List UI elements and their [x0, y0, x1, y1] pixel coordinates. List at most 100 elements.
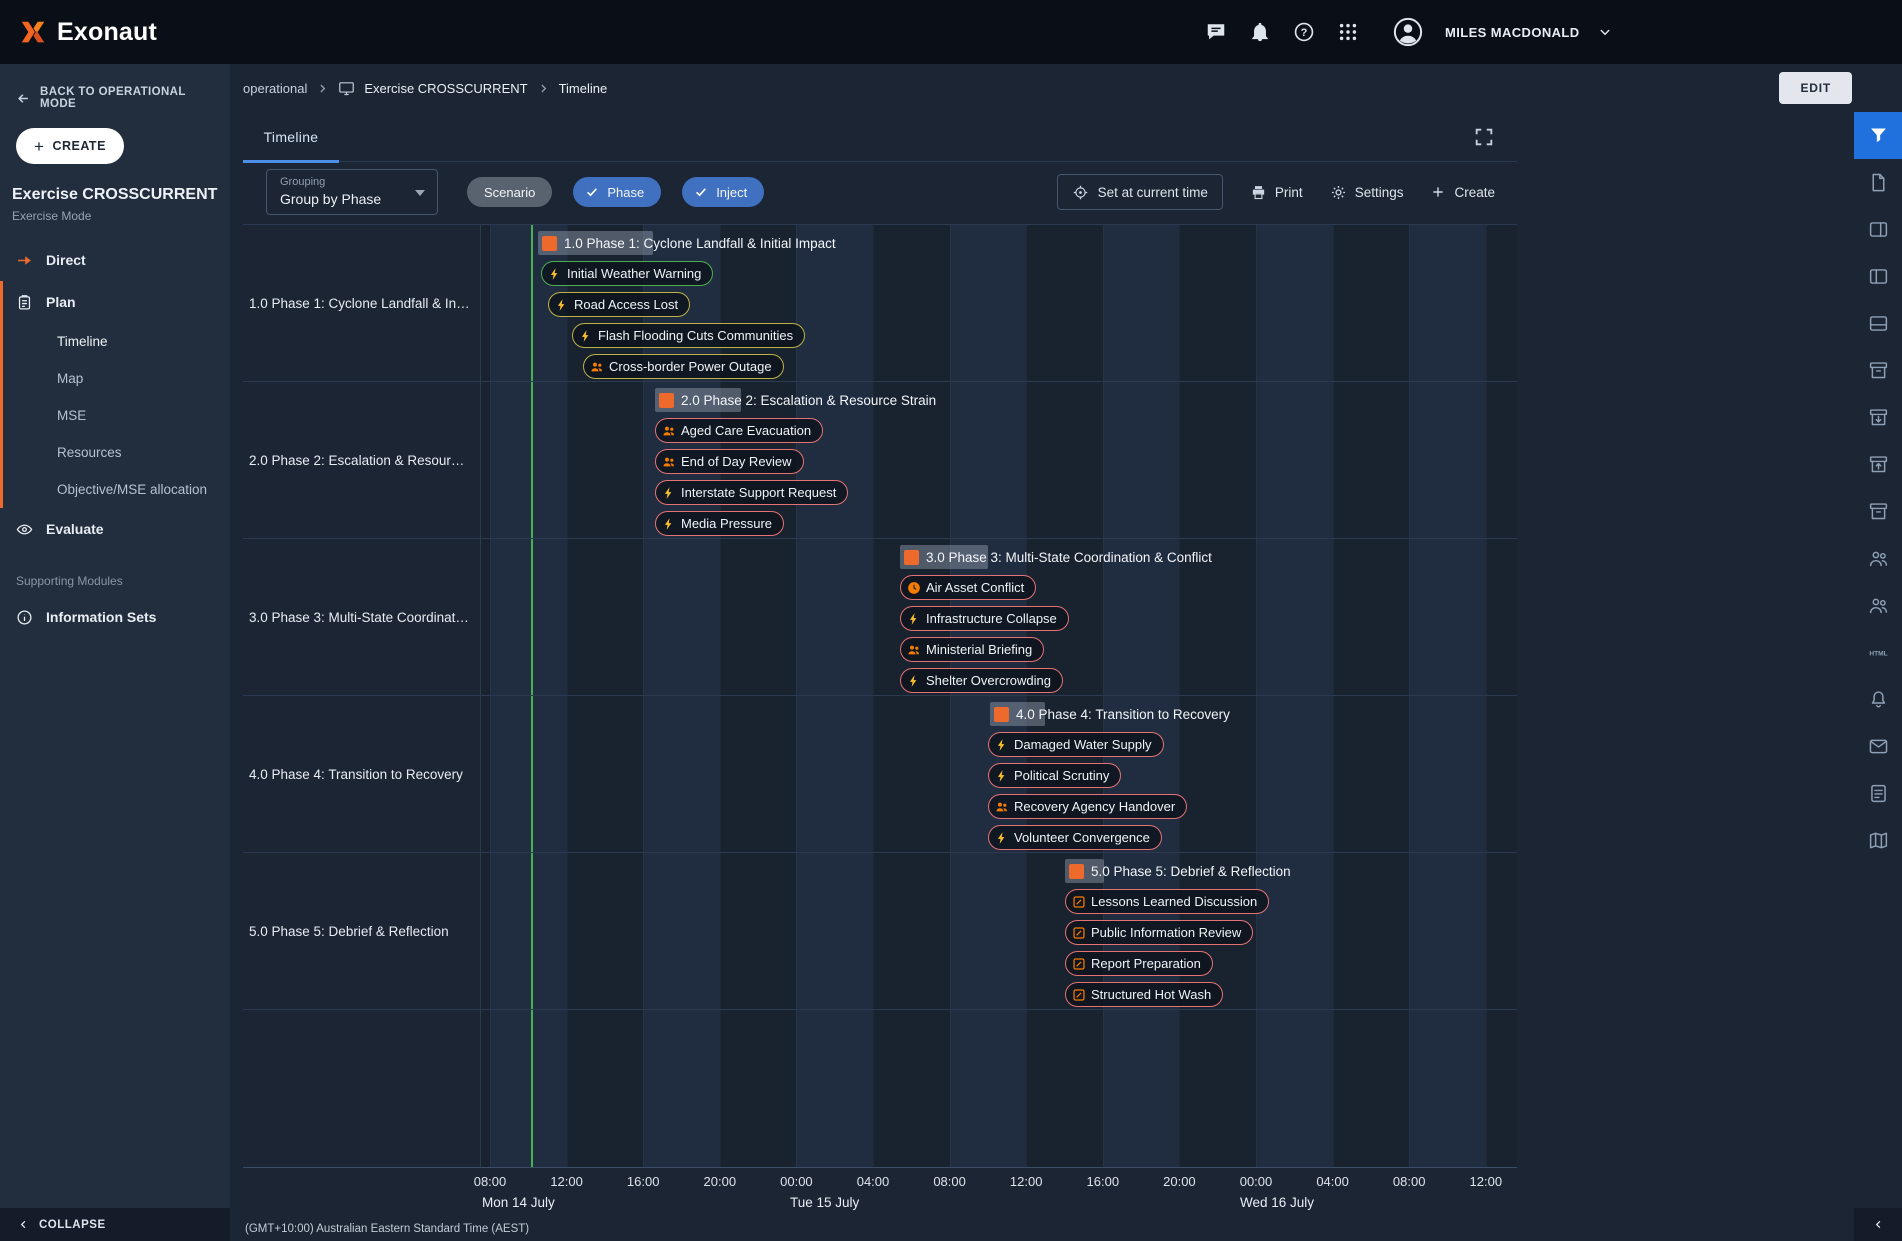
- tab-timeline[interactable]: Timeline: [243, 112, 339, 162]
- archive-box-icon-3[interactable]: [1854, 441, 1902, 488]
- apps-grid-icon[interactable]: [1337, 21, 1359, 43]
- chat-icon[interactable]: [1205, 21, 1227, 43]
- grouping-select-label: Grouping: [280, 176, 325, 188]
- panel-bottom-icon[interactable]: [1854, 300, 1902, 347]
- breadcrumb-operational[interactable]: operational: [243, 81, 307, 96]
- inject-pill[interactable]: Volunteer Convergence: [988, 825, 1162, 850]
- sidebar-item-label: Plan: [46, 294, 76, 310]
- chevron-down-icon[interactable]: [1596, 23, 1614, 41]
- phase-label: 2.0 Phase 2: Escalation & Resource Strai…: [681, 393, 936, 408]
- create-button[interactable]: + CREATE: [16, 128, 124, 164]
- edit-button[interactable]: EDIT: [1779, 72, 1852, 104]
- archive-box-icon-4[interactable]: [1854, 488, 1902, 535]
- gear-icon: [1330, 184, 1347, 201]
- inject-pill[interactable]: Infrastructure Collapse: [900, 606, 1069, 631]
- inject-pill[interactable]: Flash Flooding Cuts Communities: [572, 323, 805, 348]
- sidebar-item-direct[interactable]: Direct: [0, 239, 230, 281]
- bolt-icon: [555, 298, 569, 312]
- chevron-left-icon: [18, 1219, 29, 1230]
- left-sidebar: BACK TO OPERATIONAL MODE + CREATE Exerci…: [0, 64, 230, 1241]
- settings-button[interactable]: Settings: [1330, 184, 1404, 201]
- app-logo[interactable]: Exonaut: [18, 17, 157, 47]
- set-current-time-button[interactable]: Set at current time: [1057, 174, 1223, 210]
- user-name[interactable]: MILES MACDONALD: [1445, 25, 1580, 40]
- inject-pill[interactable]: Damaged Water Supply: [988, 732, 1164, 757]
- exercise-name: Exercise CROSSCURRENT: [0, 164, 230, 204]
- sidebar-item-plan[interactable]: Plan: [0, 281, 230, 323]
- tick-label: 12:00: [1010, 1174, 1043, 1189]
- archive-box-icon-2[interactable]: [1854, 394, 1902, 441]
- direct-arrow-icon: [16, 252, 33, 269]
- collapse-label: COLLAPSE: [39, 1219, 106, 1231]
- phase-bar[interactable]: 4.0 Phase 4: Transition to Recovery: [990, 702, 1230, 726]
- print-button[interactable]: Print: [1250, 184, 1303, 201]
- chip-scenario[interactable]: Scenario: [467, 177, 552, 207]
- users-icon-1[interactable]: [1854, 535, 1902, 582]
- inject-pill[interactable]: Cross-border Power Outage: [583, 354, 784, 379]
- grouping-select[interactable]: Grouping Group by Phase: [266, 169, 438, 215]
- inject-pill[interactable]: Shelter Overcrowding: [900, 668, 1063, 693]
- chip-phase[interactable]: Phase: [573, 177, 661, 207]
- inject-pill[interactable]: Recovery Agency Handover: [988, 794, 1187, 819]
- create-inject-button[interactable]: Create: [1430, 184, 1495, 200]
- inject-pill[interactable]: Road Access Lost: [548, 292, 690, 317]
- inject-pill[interactable]: Media Pressure: [655, 511, 784, 536]
- bolt-icon: [662, 517, 676, 531]
- avatar[interactable]: [1393, 17, 1423, 47]
- phase-bar[interactable]: 5.0 Phase 5: Debrief & Reflection: [1065, 859, 1291, 883]
- mail-icon[interactable]: [1854, 723, 1902, 770]
- chevron-left-icon: [1873, 1219, 1884, 1230]
- sidebar-item-mse[interactable]: MSE: [0, 397, 230, 434]
- help-icon[interactable]: ?: [1293, 21, 1315, 43]
- users-icon-2[interactable]: [1854, 582, 1902, 629]
- gantt-timeline: 1.0 Phase 1: Cyclone Landfall & Initial …: [243, 224, 1517, 1241]
- document-icon[interactable]: [1854, 159, 1902, 206]
- back-to-operational-mode-link[interactable]: BACK TO OPERATIONAL MODE: [0, 64, 230, 110]
- archive-box-icon-1[interactable]: [1854, 347, 1902, 394]
- collapse-sidebar-button[interactable]: COLLAPSE: [0, 1208, 230, 1241]
- inject-pill[interactable]: Ministerial Briefing: [900, 637, 1044, 662]
- timezone-note: (GMT+10:00) Australian Eastern Standard …: [245, 1223, 529, 1235]
- evaluate-eye-icon: [16, 521, 33, 538]
- html-icon[interactable]: HTML: [1854, 629, 1902, 676]
- notifications-icon[interactable]: [1249, 21, 1271, 43]
- chip-inject[interactable]: Inject: [682, 177, 764, 207]
- inject-label: Shelter Overcrowding: [926, 673, 1051, 688]
- form-checklist-icon[interactable]: [1854, 770, 1902, 817]
- breadcrumb-timeline[interactable]: Timeline: [559, 81, 608, 96]
- map-icon[interactable]: [1854, 817, 1902, 864]
- inject-pill[interactable]: Interstate Support Request: [655, 480, 848, 505]
- inject-pill[interactable]: End of Day Review: [655, 449, 804, 474]
- dropdown-arrow-icon: [415, 190, 425, 196]
- sidebar-item-information-sets[interactable]: Information Sets: [0, 596, 230, 638]
- inject-pill[interactable]: Public Information Review: [1065, 920, 1253, 945]
- people-icon: [662, 424, 676, 438]
- filter-icon[interactable]: [1854, 112, 1902, 159]
- inject-pill[interactable]: Initial Weather Warning: [541, 261, 713, 286]
- inject-label: Air Asset Conflict: [926, 580, 1024, 595]
- tick-label: 08:00: [1393, 1174, 1426, 1189]
- fullscreen-icon[interactable]: [1473, 126, 1495, 148]
- breadcrumb-exercise[interactable]: Exercise CROSSCURRENT: [364, 81, 527, 96]
- phase-bar[interactable]: 3.0 Phase 3: Multi-State Coordination & …: [900, 545, 1212, 569]
- phase-label: 5.0 Phase 5: Debrief & Reflection: [1091, 864, 1291, 879]
- panel-left-icon[interactable]: [1854, 253, 1902, 300]
- sidebar-item-evaluate[interactable]: Evaluate: [0, 508, 230, 550]
- phase-bar[interactable]: 1.0 Phase 1: Cyclone Landfall & Initial …: [538, 231, 836, 255]
- inject-pill[interactable]: Political Scrutiny: [988, 763, 1121, 788]
- inject-pill[interactable]: Structured Hot Wash: [1065, 982, 1223, 1007]
- inject-pill[interactable]: Report Preparation: [1065, 951, 1213, 976]
- inject-pill[interactable]: Aged Care Evacuation: [655, 418, 823, 443]
- set-current-time-label: Set at current time: [1098, 185, 1208, 200]
- inject-pill[interactable]: Lessons Learned Discussion: [1065, 889, 1269, 914]
- notifications-icon[interactable]: [1854, 676, 1902, 723]
- sidebar-item-resources[interactable]: Resources: [0, 434, 230, 471]
- inject-pill[interactable]: Air Asset Conflict: [900, 575, 1036, 600]
- sidebar-item-map[interactable]: Map: [0, 360, 230, 397]
- phase-bar[interactable]: 2.0 Phase 2: Escalation & Resource Strai…: [655, 388, 936, 412]
- sidebar-item-objective-mse-allocation[interactable]: Objective/MSE allocation: [0, 471, 230, 508]
- panel-right-icon[interactable]: [1854, 206, 1902, 253]
- expand-right-panel-button[interactable]: [1854, 1208, 1902, 1241]
- sidebar-item-timeline[interactable]: Timeline: [0, 323, 230, 360]
- bolt-icon: [548, 267, 562, 281]
